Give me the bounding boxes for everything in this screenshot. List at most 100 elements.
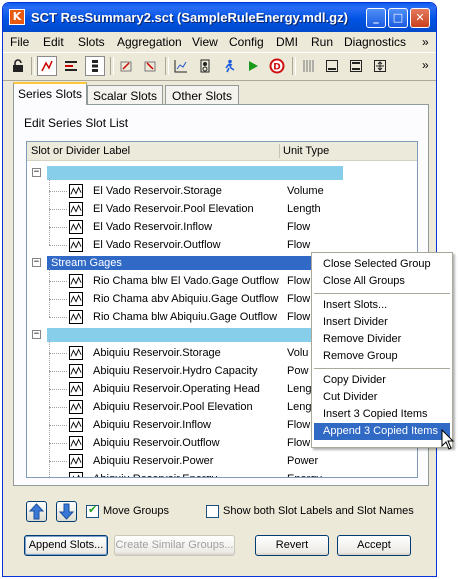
slot-unit: Leng: [287, 401, 312, 413]
plot-icon[interactable]: [171, 56, 191, 76]
play-icon[interactable]: [243, 56, 263, 76]
slot-row[interactable]: Abiquiu Reservoir.Power Power: [27, 452, 417, 470]
slot-unit: Length: [287, 203, 321, 215]
grid-icon[interactable]: [298, 56, 318, 76]
svg-text:D: D: [273, 63, 280, 73]
slot-row[interactable]: El Vado Reservoir.Storage Volume: [27, 182, 417, 200]
menu-view[interactable]: View: [192, 35, 218, 49]
slot-unit: Volume: [287, 185, 324, 197]
move-groups-label: Move Groups: [103, 505, 170, 517]
menu-slots[interactable]: Slots: [78, 35, 105, 49]
series-slot-icon: [69, 454, 83, 468]
maximize-button[interactable]: □: [388, 8, 408, 28]
menu-run[interactable]: Run: [311, 35, 333, 49]
series-slot-icon: [69, 400, 83, 414]
lock-icon[interactable]: [8, 56, 28, 76]
slot-unit: Pow: [287, 365, 309, 377]
collapse-toggle-icon[interactable]: −: [32, 330, 41, 339]
menu-aggregation[interactable]: Aggregation: [117, 35, 182, 49]
slot-unit: Flow: [287, 275, 311, 287]
move-down-button[interactable]: [56, 501, 77, 522]
create-similar-groups-button[interactable]: Create Similar Groups...: [114, 535, 235, 556]
series-slot-icon: [69, 364, 83, 378]
divider-bar[interactable]: [47, 328, 343, 342]
stop-icon[interactable]: D: [267, 56, 287, 76]
slot-row[interactable]: El Vado Reservoir.Pool Elevation Length: [27, 200, 417, 218]
window-alt-icon[interactable]: [346, 56, 366, 76]
window-icon[interactable]: [322, 56, 342, 76]
slot-row[interactable]: El Vado Reservoir.Inflow Flow: [27, 218, 417, 236]
series-slot-icon: [69, 202, 83, 216]
slot-name: El Vado Reservoir.Outflow: [93, 239, 221, 251]
tab-scalar-slots[interactable]: Scalar Slots: [87, 85, 163, 104]
context-menu-item[interactable]: Close All Groups: [314, 273, 450, 290]
move-up-button[interactable]: [26, 501, 47, 522]
context-menu-item[interactable]: Remove Divider: [314, 331, 450, 348]
series-slot-icon: [69, 238, 83, 252]
menu-file[interactable]: File: [10, 35, 29, 49]
series-slot-icon: [69, 418, 83, 432]
checkmark-icon: ✔: [88, 503, 98, 516]
title-bar[interactable]: K SCT ResSummary2.sct (SampleRuleEnergy.…: [3, 3, 436, 32]
menu-diagnostics[interactable]: Diagnostics: [344, 35, 406, 49]
show-both-checkbox[interactable]: [206, 505, 219, 518]
divider-label: Stream Gages: [51, 257, 122, 269]
context-menu-item[interactable]: Close Selected Group: [314, 256, 450, 273]
slot-unit: Flow: [287, 293, 311, 305]
collapse-toggle-icon[interactable]: −: [32, 168, 41, 177]
slot-unit: Power: [287, 455, 319, 467]
aggregation-icon[interactable]: [195, 56, 215, 76]
slot-name: Abiquiu Reservoir.Operating Head: [93, 383, 260, 395]
series-slot-icon[interactable]: [37, 56, 57, 76]
slot-unit: Flow: [287, 437, 311, 449]
slot-unit: Flow: [287, 221, 311, 233]
slot-add-icon[interactable]: [116, 56, 136, 76]
context-menu-item[interactable]: Insert Divider: [314, 314, 450, 331]
slot-name: Abiquiu Reservoir.Energy: [93, 473, 217, 477]
collapse-toggle-icon[interactable]: −: [32, 258, 41, 267]
column-header-label[interactable]: Slot or Divider Label: [31, 145, 130, 157]
context-menu-item[interactable]: Insert Slots...: [314, 297, 450, 314]
menu-dmi[interactable]: DMI: [276, 35, 298, 49]
append-slots-button[interactable]: Append Slots...: [24, 535, 108, 556]
move-groups-checkbox[interactable]: ✔: [86, 503, 99, 518]
run-person-icon[interactable]: [219, 56, 239, 76]
slot-unit: Volu: [287, 347, 309, 359]
resize-icon[interactable]: [370, 56, 390, 76]
slot-name: Rio Chama blw El Vado.Gage Outflow: [93, 275, 279, 287]
minimize-button[interactable]: _: [366, 8, 386, 28]
app-icon[interactable]: K: [9, 9, 25, 25]
slot-unit: Flow: [287, 239, 311, 251]
divider-row[interactable]: −: [27, 164, 417, 182]
context-menu-item[interactable]: Insert 3 Copied Items: [314, 406, 450, 423]
slot-remove-icon[interactable]: [140, 56, 160, 76]
slot-name: El Vado Reservoir.Pool Elevation: [93, 203, 254, 215]
context-menu-item[interactable]: Copy Divider: [314, 372, 450, 389]
context-menu-item[interactable]: Cut Divider: [314, 389, 450, 406]
context-menu: Close Selected Group Close All Groups Inse…: [311, 252, 453, 448]
menu-config[interactable]: Config: [229, 35, 264, 49]
context-menu-item[interactable]: Append 3 Copied Items: [314, 423, 450, 440]
toolbar: D »: [3, 52, 436, 81]
tab-series-slots[interactable]: Series Slots: [13, 82, 87, 105]
series-slot-icon: [69, 436, 83, 450]
toolbar-overflow-icon[interactable]: »: [422, 58, 429, 72]
menu-overflow-icon[interactable]: »: [422, 35, 429, 49]
accept-button[interactable]: Accept: [337, 535, 411, 556]
slot-name: El Vado Reservoir.Inflow: [93, 221, 213, 233]
panel-title: Edit Series Slot List: [24, 116, 129, 130]
mouse-cursor-icon: [441, 429, 455, 450]
slot-row[interactable]: Abiquiu Reservoir.Energy Energy: [27, 470, 417, 477]
row-icon[interactable]: [85, 56, 105, 76]
column-icon[interactable]: [61, 56, 81, 76]
slot-name: Abiquiu Reservoir.Storage: [93, 347, 221, 359]
context-menu-item[interactable]: Remove Group: [314, 348, 450, 365]
menu-edit[interactable]: Edit: [43, 35, 64, 49]
list-header: Slot or Divider Label Unit Type: [27, 142, 417, 161]
divider-bar[interactable]: [47, 166, 343, 180]
revert-button[interactable]: Revert: [255, 535, 329, 556]
series-slot-icon: [69, 184, 83, 198]
tab-other-slots[interactable]: Other Slots: [165, 85, 239, 104]
close-button[interactable]: ✕: [410, 8, 430, 28]
column-header-unit[interactable]: Unit Type: [283, 145, 329, 157]
